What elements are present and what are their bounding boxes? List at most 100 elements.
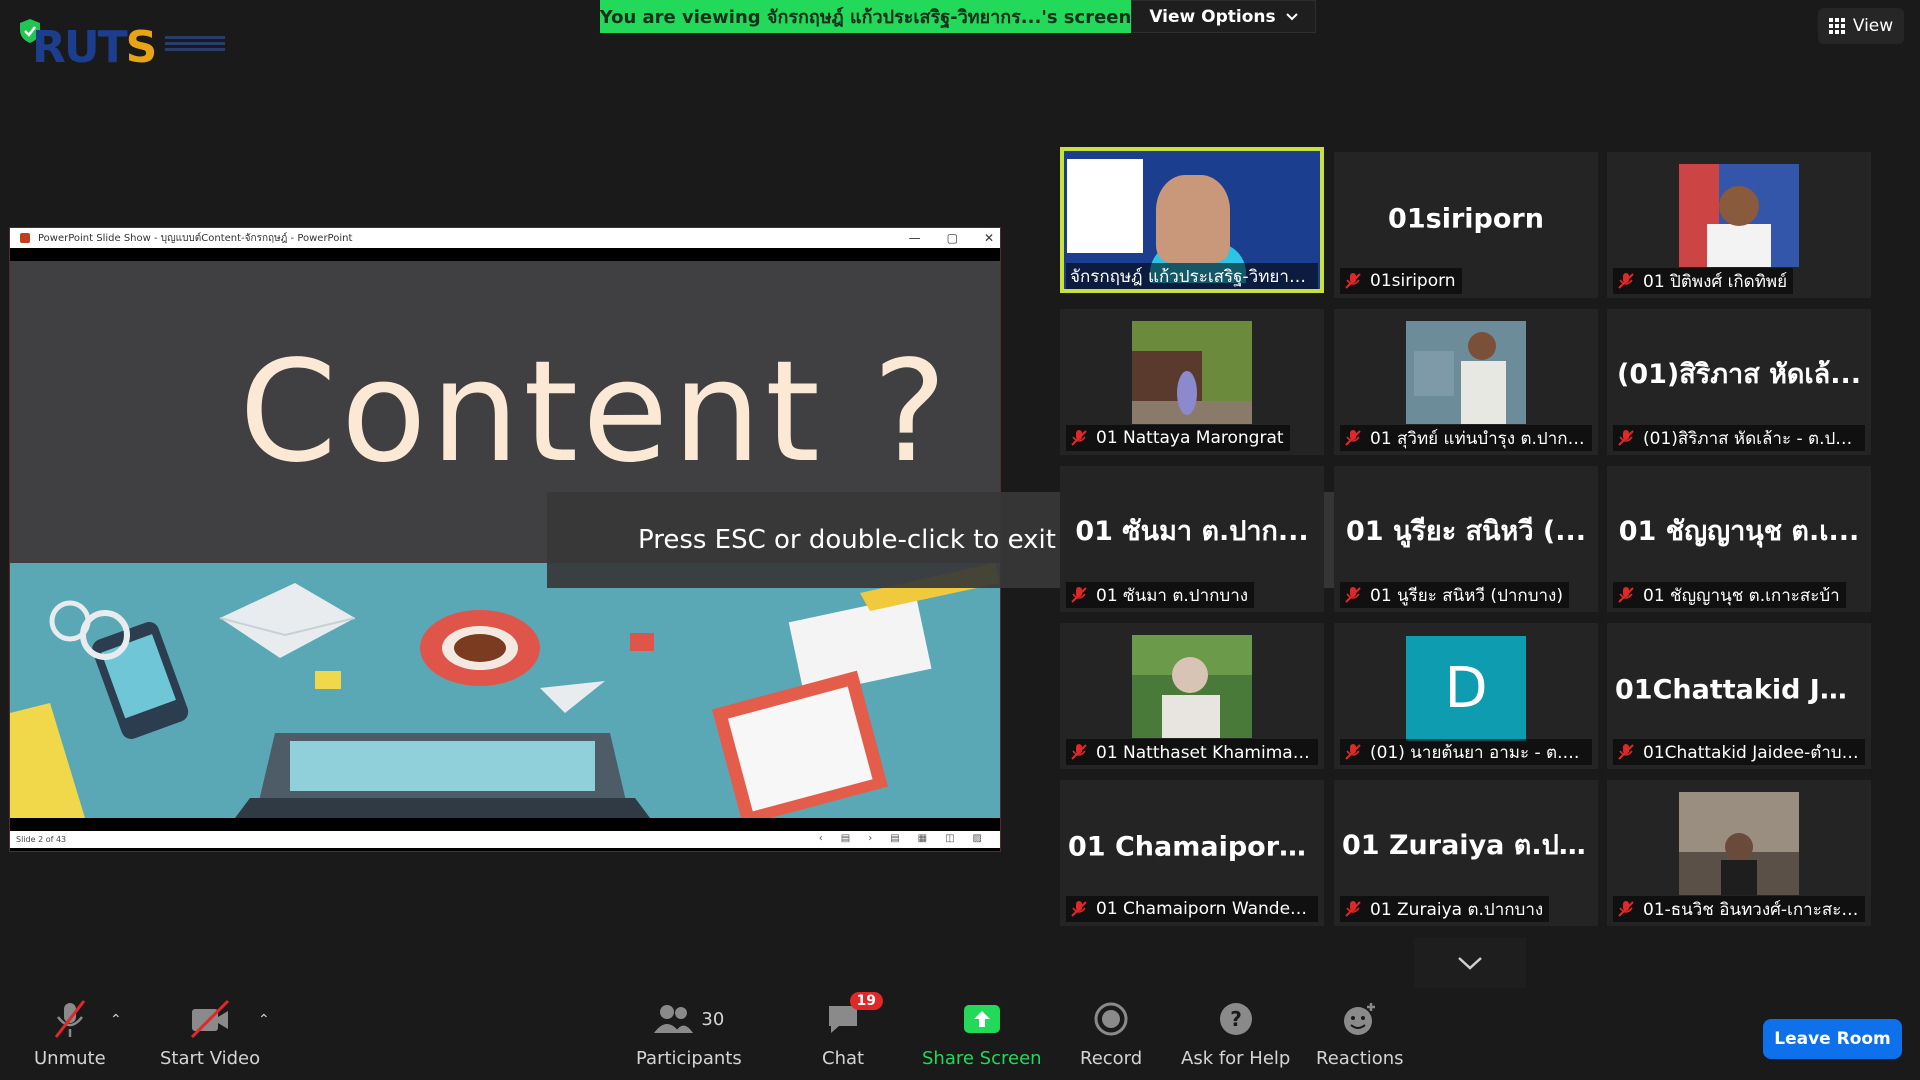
participant-display-name: 01 ชัญญานุช ต.เ... xyxy=(1618,515,1860,547)
participant-name-label: 01 สุวิทย์ แท่นบำรุง ต.ปากบาง xyxy=(1340,425,1592,451)
participant-tile[interactable]: 01 Nattaya Marongrat xyxy=(1060,309,1324,455)
participant-name: 01 Zuraiya ต.ปากบาง xyxy=(1370,899,1544,920)
share-screen-button[interactable]: Share Screen xyxy=(922,998,1042,1069)
minimize-icon[interactable]: — xyxy=(909,231,921,245)
muted-mic-icon xyxy=(1618,587,1634,603)
share-screen-icon xyxy=(962,998,1002,1040)
muted-mic-icon xyxy=(1345,901,1361,917)
record-label: Record xyxy=(1080,1048,1143,1069)
participant-avatar: D xyxy=(1406,636,1526,741)
participant-name-label: 01-ธนวิช อินทวงศ์-เกาะสะบ้า xyxy=(1613,896,1865,922)
viewing-screen-banner: You are viewing จักรกฤษฎ์ แก้วประเสริฐ-ว… xyxy=(600,0,1131,33)
participant-tile[interactable]: 01Chattakid Jai... 01Chattakid Jaidee-ตำ… xyxy=(1607,623,1871,769)
participant-name-label: 01 Chamaiporn Wanden ... xyxy=(1066,896,1318,922)
participant-name: 01 สุวิทย์ แท่นบำรุง ต.ปากบาง xyxy=(1370,428,1586,449)
video-options-caret-icon[interactable]: ⌃ xyxy=(258,1012,270,1028)
window-controls: — ▢ ✕ xyxy=(909,228,994,248)
view-button[interactable]: View xyxy=(1818,8,1904,44)
slideshow-icon[interactable]: ▨ xyxy=(973,833,982,844)
reactions-label: Reactions xyxy=(1316,1048,1404,1069)
participant-display-name: 01 Chamaiporn... xyxy=(1068,831,1324,863)
participant-tile[interactable]: 01 นูรียะ สนิหวี (... 01 นูรียะ สนิหวี (… xyxy=(1334,466,1598,612)
muted-mic-icon xyxy=(1345,744,1361,760)
participant-name-label: 01 Nattaya Marongrat xyxy=(1066,425,1290,451)
participant-tile[interactable]: D (01) นายต้นยา อามะ - ต.ปาก... xyxy=(1334,623,1598,769)
chat-icon: 19 xyxy=(825,992,884,1040)
participant-tile[interactable]: 01 Chamaiporn... 01 Chamaiporn Wanden ..… xyxy=(1060,780,1324,926)
muted-mic-icon xyxy=(1345,273,1361,289)
participants-icon: 30 xyxy=(653,998,724,1040)
unmute-label: Unmute xyxy=(34,1048,106,1069)
chat-unread-badge: 19 xyxy=(849,992,884,1010)
normal-view-icon[interactable]: ▤ xyxy=(890,833,899,844)
participant-name: 01 Chamaiporn Wanden ... xyxy=(1096,899,1312,919)
ruts-logo-subtitle xyxy=(165,36,226,58)
video-off-icon xyxy=(188,998,232,1040)
participants-button[interactable]: 30 Participants xyxy=(636,998,742,1069)
ask-for-help-button[interactable]: ? Ask for Help xyxy=(1181,998,1290,1069)
unmute-button[interactable]: Unmute xyxy=(34,998,106,1069)
participant-photo xyxy=(1132,635,1252,738)
record-button[interactable]: Record xyxy=(1080,998,1142,1069)
audio-options-caret-icon[interactable]: ⌃ xyxy=(110,1012,122,1028)
muted-mic-icon xyxy=(1618,273,1634,289)
participant-tile[interactable]: จักรกฤษฎ์ แก้วประเสริฐ-วิทยากรY... xyxy=(1060,147,1324,293)
participant-name: 01Chattakid Jaidee-ตำบล... xyxy=(1643,742,1859,763)
chevron-down-icon xyxy=(1458,957,1482,970)
chat-label: Chat xyxy=(822,1048,865,1069)
participant-name: 01 ซันมา ต.ปากบาง xyxy=(1096,585,1249,606)
slide-nav-controls: ‹ ▤ › ▤ ▦ ◫ ▨ xyxy=(819,833,982,844)
slide-illustration xyxy=(10,563,1000,818)
participant-name-label: 01 ซันมา ต.ปากบาง xyxy=(1066,582,1255,608)
participant-name: (01)สิริภาส หัดเล้าะ - ต.ปากบ... xyxy=(1643,428,1859,449)
powerpoint-statusbar: Slide 2 of 43 ‹ ▤ › ▤ ▦ ◫ ▨ xyxy=(10,831,1000,848)
participant-tile[interactable]: 01 Zuraiya ต.ปา... 01 Zuraiya ต.ปากบาง xyxy=(1334,780,1598,926)
participant-name-label: 01 นูรียะ สนิหวี (ปากบาง) xyxy=(1340,582,1569,608)
participant-name-label: (01) นายต้นยา อามะ - ต.ปาก... xyxy=(1340,739,1592,765)
participant-photo xyxy=(1679,164,1799,267)
next-slide-icon[interactable]: › xyxy=(868,833,872,844)
participant-display-name: 01 ซันมา ต.ปาก... xyxy=(1075,515,1309,547)
close-icon[interactable]: ✕ xyxy=(984,231,994,245)
participant-tile[interactable]: 01 ปิติพงศ์ เกิดทิพย์ xyxy=(1607,152,1871,298)
participant-display-name: (01)สิริภาส หัดเล้... xyxy=(1617,358,1861,390)
participant-tile[interactable]: 01-ธนวิช อินทวงศ์-เกาะสะบ้า xyxy=(1607,780,1871,926)
svg-text:?: ? xyxy=(1230,1007,1242,1031)
participant-name-label: 01 Zuraiya ต.ปากบาง xyxy=(1340,896,1550,922)
participant-tile[interactable]: 01siriporn 01siriporn xyxy=(1334,152,1598,298)
previous-slide-icon[interactable]: ‹ xyxy=(819,833,823,844)
participant-name-label: 01Chattakid Jaidee-ตำบล... xyxy=(1613,739,1865,765)
participants-label: Participants xyxy=(636,1048,742,1069)
participant-tile[interactable]: 01 ซันมา ต.ปาก... 01 ซันมา ต.ปากบาง xyxy=(1060,466,1324,612)
participant-tile[interactable]: 01 Natthaset Khamima ต.... xyxy=(1060,623,1324,769)
view-options-label: View Options xyxy=(1149,6,1276,27)
muted-mic-icon xyxy=(1071,744,1087,760)
view-options-button[interactable]: View Options xyxy=(1131,0,1316,33)
slide-title: Content ? xyxy=(239,330,951,494)
start-video-label: Start Video xyxy=(160,1048,261,1069)
next-page-button[interactable] xyxy=(1414,938,1526,988)
participant-display-name: 01 Zuraiya ต.ปา... xyxy=(1342,829,1598,861)
reading-view-icon[interactable]: ◫ xyxy=(945,833,954,844)
participant-tile[interactable]: 01 ชัญญานุช ต.เ... 01 ชัญญานุช ต.เกาะสะบ… xyxy=(1607,466,1871,612)
participant-tile[interactable]: 01 สุวิทย์ แท่นบำรุง ต.ปากบาง xyxy=(1334,309,1598,455)
participant-photo xyxy=(1406,321,1526,424)
ruts-logo: RUTS xyxy=(32,22,226,73)
start-video-button[interactable]: Start Video xyxy=(160,998,260,1069)
slide-menu-icon[interactable]: ▤ xyxy=(841,833,850,844)
muted-mic-icon xyxy=(1071,430,1087,446)
chat-button[interactable]: 19 Chat xyxy=(822,992,884,1069)
workspace-illustration xyxy=(10,563,1000,818)
participant-name: จักรกฤษฎ์ แก้วประเสริฐ-วิทยากรY... xyxy=(1070,266,1312,287)
record-icon xyxy=(1094,998,1128,1040)
reactions-button[interactable]: Reactions xyxy=(1316,998,1404,1069)
muted-mic-icon xyxy=(52,998,88,1040)
participant-display-name: 01siriporn xyxy=(1388,203,1544,235)
slide-sorter-icon[interactable]: ▦ xyxy=(918,833,927,844)
participant-name: 01 ปิติพงศ์ เกิดทิพย์ xyxy=(1643,271,1788,292)
participants-count: 30 xyxy=(701,1008,725,1030)
leave-room-button[interactable]: Leave Room xyxy=(1763,1019,1902,1059)
maximize-icon[interactable]: ▢ xyxy=(947,231,958,245)
participant-tile[interactable]: (01)สิริภาส หัดเล้... (01)สิริภาส หัดเล้… xyxy=(1607,309,1871,455)
ask-for-help-label: Ask for Help xyxy=(1181,1048,1291,1069)
